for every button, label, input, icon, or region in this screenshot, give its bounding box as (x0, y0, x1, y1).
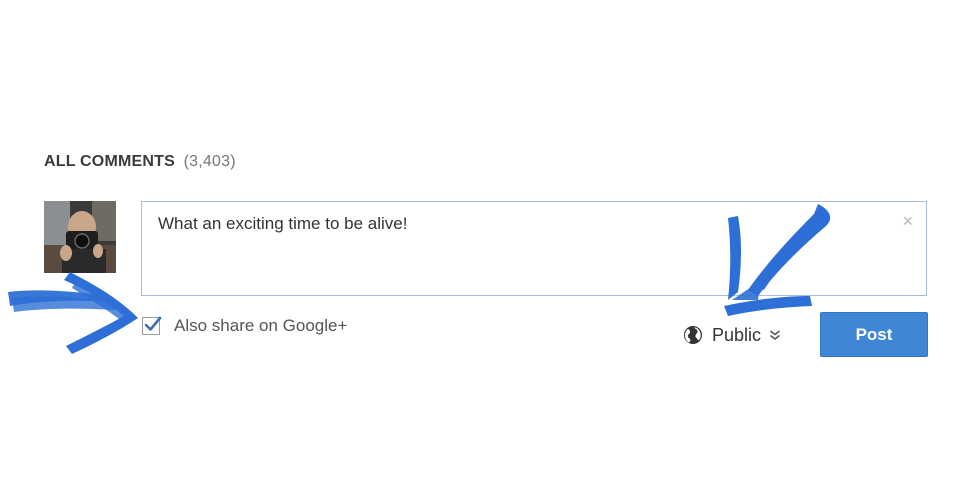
post-button[interactable]: Post (820, 312, 928, 357)
double-chevron-down-icon (770, 330, 781, 341)
comments-title: ALL COMMENTS (44, 153, 175, 170)
comments-count: (3,403) (183, 153, 236, 170)
share-google-plus-option[interactable]: Also share on Google+ (142, 314, 347, 338)
privacy-label: Public (712, 324, 762, 345)
share-checkbox[interactable] (142, 316, 162, 335)
globe-icon (684, 326, 702, 344)
comment-input[interactable]: What an exciting time to be alive! × (141, 201, 927, 296)
comments-header: ALL COMMENTS (3,403) (44, 153, 236, 171)
annotation-arrow-left (8, 272, 138, 354)
share-label: Also share on Google+ (174, 316, 348, 335)
privacy-selector[interactable]: Public (683, 323, 781, 347)
check-icon (144, 316, 162, 331)
comment-text: What an exciting time to be alive! (158, 214, 408, 233)
close-icon[interactable]: × (902, 212, 913, 230)
avatar (44, 201, 116, 273)
